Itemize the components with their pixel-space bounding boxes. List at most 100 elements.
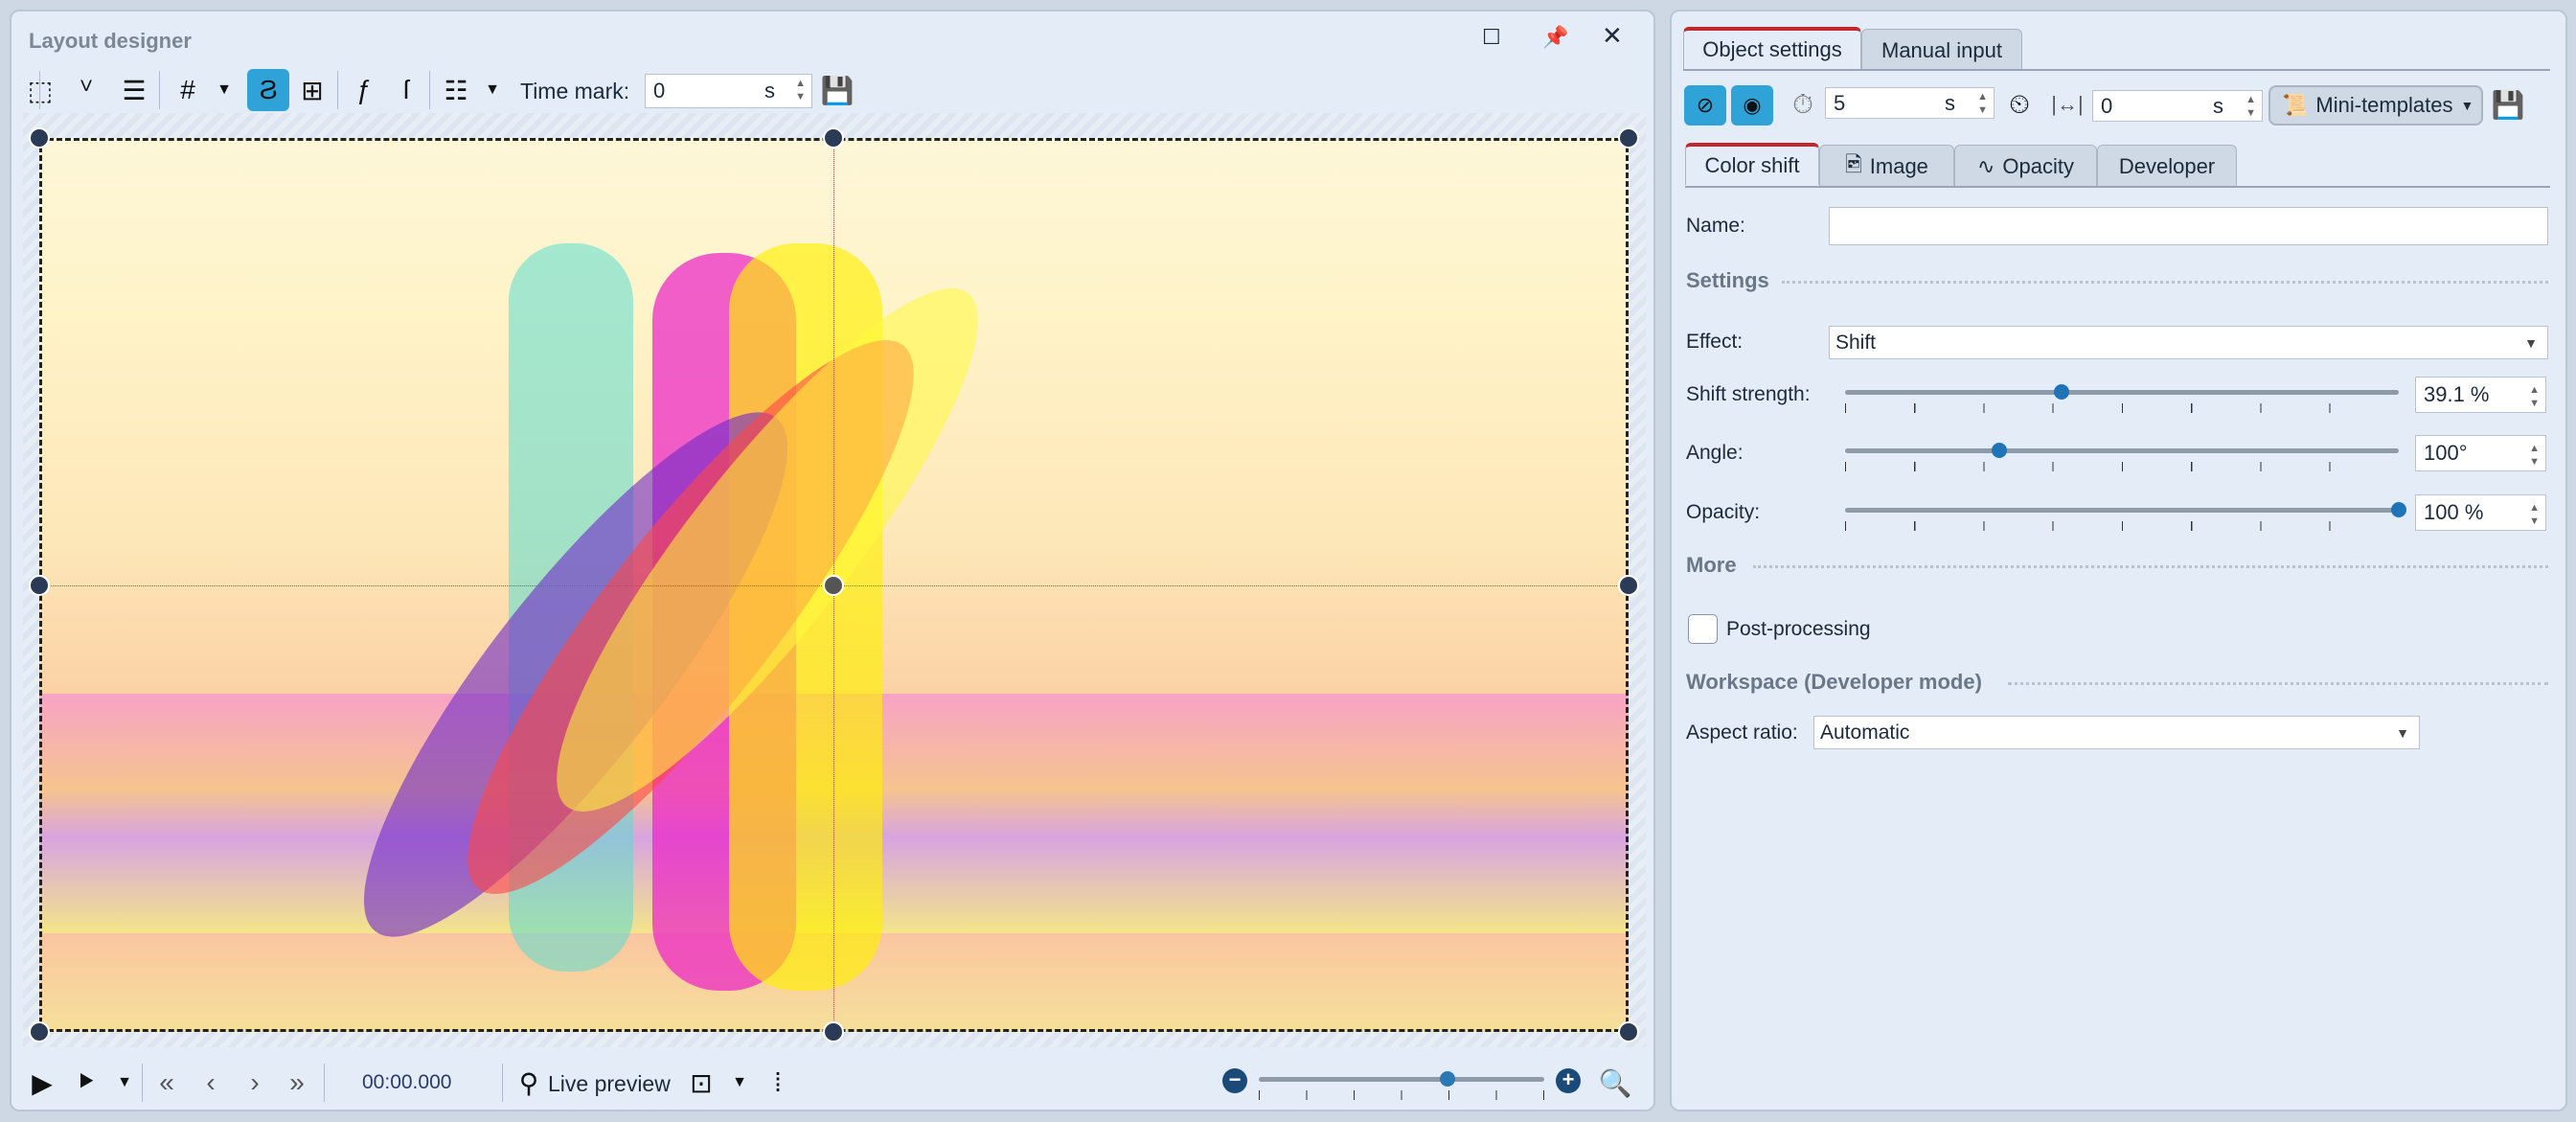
chevron-down-icon: ▼ <box>2460 98 2474 113</box>
slider-thumb[interactable] <box>2053 384 2069 400</box>
zoom-slider[interactable] <box>1259 1071 1544 1100</box>
path-tool-icon[interactable]: ⱽ <box>67 71 105 109</box>
tab-object-settings[interactable]: Object settings <box>1683 27 1861 69</box>
play-from-icon[interactable]: ⯈ <box>67 1064 105 1102</box>
image-icon: 🖻 <box>1845 151 1862 176</box>
fast-forward-icon[interactable]: » <box>278 1064 316 1102</box>
grid-icon[interactable]: # <box>169 71 207 109</box>
chevron-down-icon: ▼ <box>2524 334 2538 351</box>
shift-strength-label: Shift strength: <box>1686 383 1811 405</box>
shift-strength-slider[interactable] <box>1845 384 2399 413</box>
rewind-icon[interactable]: « <box>148 1064 186 1102</box>
grid-dropdown-icon[interactable]: ▼ <box>205 71 243 109</box>
pin-icon[interactable]: 📌 <box>1542 25 1568 50</box>
workspace-header: Workspace (Developer mode) <box>1686 670 1982 694</box>
spinner-icon[interactable]: ▲ ▼ <box>795 77 806 103</box>
list-icon[interactable]: ☷ <box>437 71 475 109</box>
tab-opacity[interactable]: ∿ Opacity <box>1954 145 2097 187</box>
zoom-in-icon[interactable]: + <box>1556 1068 1581 1093</box>
time-mark-input[interactable]: 0 s ▲ ▼ <box>645 74 812 108</box>
settings-header: Settings <box>1686 268 1769 292</box>
opacity-value: 100 % <box>2424 500 2484 524</box>
aspect-ratio-value: Automatic <box>1820 721 1910 744</box>
eye-icon[interactable]: ◉ <box>1731 85 1773 126</box>
post-processing-label[interactable]: Post-processing <box>1726 618 1871 641</box>
previous-frame-icon[interactable]: ‹ <box>192 1064 230 1102</box>
spinner-icon[interactable]: ▲ ▼ <box>2529 501 2540 528</box>
layers-icon[interactable]: ☰ <box>115 71 153 109</box>
tab-developer[interactable]: Developer <box>2097 145 2237 187</box>
offset-value: 0 <box>2101 93 2113 118</box>
zoom-fit-icon[interactable]: 🔍 <box>1596 1064 1634 1102</box>
duration-unit: s <box>1945 90 1955 115</box>
offset-icon: |↔| <box>2051 92 2084 116</box>
scroll-icon: 📜 <box>2282 93 2309 117</box>
auto-duration-icon[interactable]: ⏲ <box>2000 85 2039 124</box>
slider-thumb[interactable] <box>1991 443 2007 458</box>
save-icon[interactable]: 💾 <box>2489 85 2527 124</box>
opacity-icon: ∿ <box>1976 153 1995 178</box>
opacity-slider[interactable] <box>1845 502 2406 531</box>
curve-path-icon[interactable]: Ϩ <box>247 69 289 111</box>
time-mark-value: 0 <box>653 79 666 103</box>
add-keyframe-icon[interactable]: ƒ <box>345 71 383 109</box>
resize-handle[interactable] <box>29 127 50 149</box>
resize-handle[interactable] <box>29 1021 50 1042</box>
panel-title: Layout designer <box>29 29 192 53</box>
name-label: Name: <box>1686 215 1745 237</box>
save-icon[interactable]: 💾 <box>818 71 856 109</box>
live-preview-label[interactable]: Live preview <box>548 1071 671 1097</box>
spinner-icon[interactable]: ▲ ▼ <box>2245 93 2256 120</box>
tab-manual-input[interactable]: Manual input <box>1861 29 2022 71</box>
preview-dropdown-icon[interactable]: ▼ <box>720 1064 759 1102</box>
offset-input[interactable]: 0 s ▲ ▼ <box>2092 90 2263 122</box>
zoom-out-icon[interactable]: − <box>1222 1068 1247 1093</box>
opacity-input[interactable]: 100 % ▲ ▼ <box>2415 494 2546 531</box>
duration-input[interactable]: 5 s ▲ ▼ <box>1825 87 1995 119</box>
opacity-label: Opacity: <box>1686 501 1761 523</box>
shift-strength-input[interactable]: 39.1 % ▲ ▼ <box>2415 377 2546 413</box>
angle-slider[interactable] <box>1845 443 2399 471</box>
next-frame-icon[interactable]: › <box>236 1064 274 1102</box>
maximize-icon[interactable]: ☐ <box>1482 25 1501 50</box>
angle-input[interactable]: 100° ▲ ▼ <box>2415 435 2546 471</box>
live-preview-icon[interactable]: ⚲ <box>510 1064 548 1102</box>
preview-mode-icon[interactable]: ⊡ <box>682 1064 720 1102</box>
tab-opacity-label: Opacity <box>2002 153 2075 178</box>
center-handle[interactable] <box>823 575 844 596</box>
tab-image[interactable]: 🖻 Image <box>1819 145 1954 187</box>
spinner-icon[interactable]: ▲ ▼ <box>2529 442 2540 469</box>
post-processing-checkbox[interactable] <box>1688 614 1718 644</box>
resize-handle[interactable] <box>1618 575 1639 596</box>
effect-select[interactable]: Shift ▼ <box>1829 326 2548 359</box>
mini-templates-button[interactable]: 📜 Mini-templates ▼ <box>2268 85 2483 126</box>
effect-label: Effect: <box>1686 331 1744 353</box>
camera-frame-icon[interactable]: ⊞ <box>293 71 331 109</box>
playback-time: 00:00.000 <box>362 1071 452 1093</box>
toggle-visibility-icon[interactable]: ⊘ <box>1684 85 1726 126</box>
zoom-slider-thumb[interactable] <box>1439 1071 1455 1087</box>
slider-thumb[interactable] <box>2391 502 2406 517</box>
spinner-icon[interactable]: ▲ ▼ <box>1977 90 1988 117</box>
remove-keyframe-icon[interactable]: ſ <box>387 71 425 109</box>
play-dropdown-icon[interactable]: ▼ <box>105 1064 144 1102</box>
aspect-ratio-select[interactable]: Automatic ▼ <box>1813 716 2420 749</box>
effect-value: Shift <box>1835 331 1877 354</box>
resize-handle[interactable] <box>1618 1021 1639 1042</box>
list-dropdown-icon[interactable]: ▼ <box>473 71 512 109</box>
play-icon[interactable]: ▶ <box>23 1064 61 1102</box>
resize-handle[interactable] <box>823 127 844 149</box>
close-icon[interactable]: ✕ <box>1602 21 1623 51</box>
time-unit: s <box>764 79 775 103</box>
select-tool-icon[interactable]: ⬚ <box>21 71 59 109</box>
angle-label: Angle: <box>1686 442 1744 464</box>
time-mark-label: Time mark: <box>520 79 630 103</box>
spinner-icon[interactable]: ▲ ▼ <box>2529 383 2540 410</box>
guides-icon[interactable]: ⁞ <box>759 1064 797 1102</box>
resize-handle[interactable] <box>1618 127 1639 149</box>
tab-image-label: Image <box>1869 153 1928 178</box>
name-input[interactable] <box>1829 207 2548 245</box>
resize-handle[interactable] <box>823 1021 844 1042</box>
resize-handle[interactable] <box>29 575 50 596</box>
tab-color-shift[interactable]: Color shift <box>1685 143 1819 185</box>
